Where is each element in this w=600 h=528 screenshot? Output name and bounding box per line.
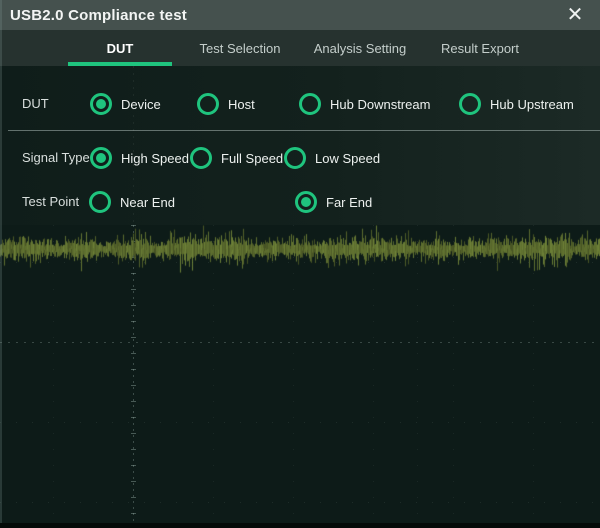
radio-low-speed[interactable]: Low Speed <box>284 146 380 170</box>
dialog-title: USB2.0 Compliance test <box>10 7 187 24</box>
waveform-canvas <box>0 225 600 523</box>
radio-hub-downstream-label: Hub Downstream <box>330 97 430 112</box>
radio-circle <box>295 191 317 213</box>
dut-row-label: DUT <box>22 92 49 116</box>
radio-hub-upstream-label: Hub Upstream <box>490 97 574 112</box>
radio-high-speed[interactable]: High Speed <box>90 146 189 170</box>
tab-test-selection[interactable]: Test Selection <box>180 30 300 66</box>
radio-hub-upstream[interactable]: Hub Upstream <box>459 92 574 116</box>
tab-result-export-label: Result Export <box>441 41 519 56</box>
radio-host[interactable]: Host <box>197 92 255 116</box>
radio-circle <box>190 147 212 169</box>
tab-test-selection-label: Test Selection <box>200 41 281 56</box>
radio-full-speed-label: Full Speed <box>221 151 283 166</box>
tab-analysis-setting[interactable]: Analysis Setting <box>300 30 420 66</box>
radio-circle <box>284 147 306 169</box>
radio-high-speed-label: High Speed <box>121 151 189 166</box>
usb-compliance-dialog: USB2.0 Compliance test ✕ DUT Test Select… <box>0 0 600 528</box>
radio-device-label: Device <box>121 97 161 112</box>
radio-full-speed[interactable]: Full Speed <box>190 146 283 170</box>
tab-dut[interactable]: DUT <box>60 30 180 66</box>
radio-low-speed-label: Low Speed <box>315 151 380 166</box>
settings-panel: DUT Device Host Hub Downstream Hub Upstr… <box>0 66 600 225</box>
close-button[interactable]: ✕ <box>556 0 594 30</box>
radio-circle <box>459 93 481 115</box>
radio-circle <box>90 147 112 169</box>
signal-type-row-label: Signal Type <box>22 146 90 170</box>
radio-circle <box>299 93 321 115</box>
title-bar: USB2.0 Compliance test ✕ <box>0 0 600 30</box>
section-divider <box>8 130 600 131</box>
radio-circle <box>89 191 111 213</box>
test-point-row-label: Test Point <box>22 190 79 214</box>
radio-host-label: Host <box>228 97 255 112</box>
radio-far-end[interactable]: Far End <box>295 190 372 214</box>
close-icon: ✕ <box>567 5 584 25</box>
tab-result-export[interactable]: Result Export <box>420 30 540 66</box>
tab-dut-label: DUT <box>107 41 134 56</box>
tab-analysis-setting-label: Analysis Setting <box>314 41 407 56</box>
scope-display <box>0 225 600 523</box>
radio-circle <box>90 93 112 115</box>
tab-bar: DUT Test Selection Analysis Setting Resu… <box>0 30 600 66</box>
bottom-strip <box>0 523 600 528</box>
radio-device[interactable]: Device <box>90 92 161 116</box>
radio-near-end[interactable]: Near End <box>89 190 175 214</box>
radio-far-end-label: Far End <box>326 195 372 210</box>
radio-circle <box>197 93 219 115</box>
radio-hub-downstream[interactable]: Hub Downstream <box>299 92 430 116</box>
radio-near-end-label: Near End <box>120 195 175 210</box>
